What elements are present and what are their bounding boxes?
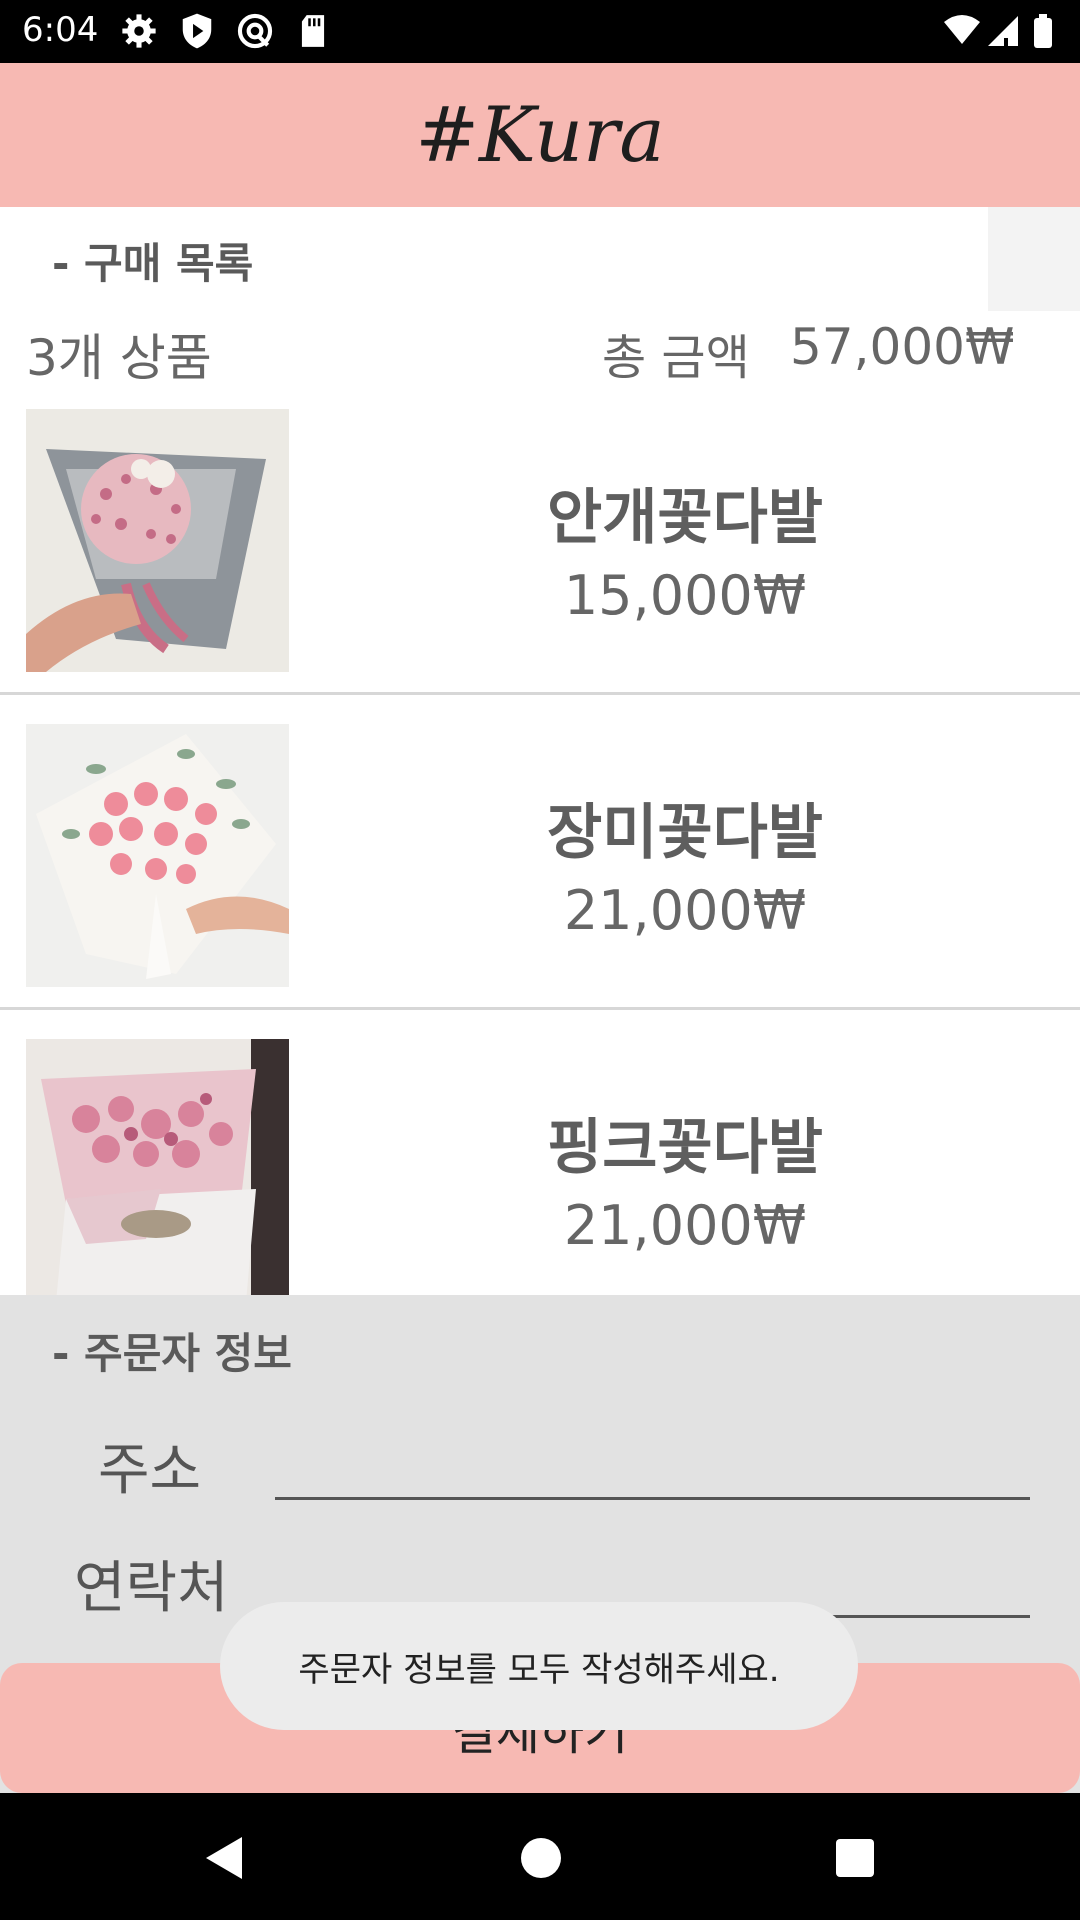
signal-icon <box>988 16 1018 46</box>
item-name: 핑크꽃다발 <box>547 1113 823 1183</box>
back-icon[interactable] <box>200 1833 250 1883</box>
list-item[interactable]: 안개꽃다발 15,000₩ <box>0 409 1080 724</box>
total-value: 57,000₩ <box>790 318 1015 376</box>
bouquet-photo <box>26 724 289 987</box>
gear-icon <box>122 14 156 48</box>
item-divider <box>0 1007 1080 1010</box>
item-price: 21,000₩ <box>563 879 807 942</box>
address-label: 주소 <box>98 1438 202 1503</box>
purchase-list-title: - 구매 목록 <box>52 239 254 288</box>
at-sign-icon <box>237 13 273 49</box>
item-count: 3개 상품 <box>26 329 212 387</box>
item-name: 안개꽃다발 <box>547 483 823 553</box>
shield-play-icon <box>182 13 212 49</box>
bouquet-photo <box>26 409 289 672</box>
orderer-info-title: - 주문자 정보 <box>52 1329 292 1378</box>
app-bar: #Kura <box>0 63 1080 207</box>
list-item[interactable]: 장미꽃다발 21,000₩ <box>0 724 1080 1039</box>
bouquet-photo <box>26 1039 289 1302</box>
status-time: 6:04 <box>22 10 99 50</box>
home-icon[interactable] <box>516 1833 566 1883</box>
item-price: 21,000₩ <box>563 1194 807 1257</box>
sd-card-icon <box>301 15 325 47</box>
contact-label: 연락처 <box>74 1556 229 1621</box>
item-divider <box>0 692 1080 695</box>
address-input[interactable] <box>275 1437 1030 1500</box>
nav-bar <box>0 1793 1080 1920</box>
corner-panel <box>988 207 1080 311</box>
total-label: 총 금액 <box>602 330 750 386</box>
battery-icon <box>1034 14 1052 48</box>
app-title: #Kura <box>415 90 665 179</box>
item-name: 장미꽃다발 <box>547 798 823 868</box>
item-price: 15,000₩ <box>563 564 807 627</box>
recents-icon[interactable] <box>830 1833 880 1883</box>
status-right-icons <box>944 14 1052 48</box>
status-bar: 6:04 <box>0 0 1080 63</box>
toast-message: 주문자 정보를 모두 작성해주세요. <box>220 1602 858 1730</box>
wifi-icon <box>944 15 980 44</box>
